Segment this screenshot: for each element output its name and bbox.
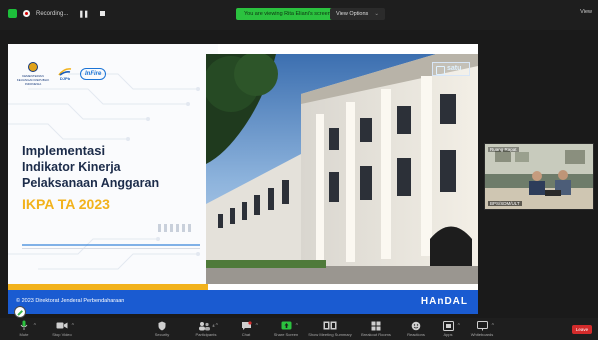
infire-logo: InFire xyxy=(80,68,107,80)
whiteboards-button[interactable]: Whiteboards ^ xyxy=(462,320,502,337)
title-line-1: Implementasi xyxy=(22,143,106,158)
apps-label: Apps xyxy=(443,332,453,337)
caret-up-icon[interactable]: ^ xyxy=(492,323,494,329)
video-camera-icon xyxy=(56,320,68,331)
title-line-3: Pelaksanaan Anggaran xyxy=(22,176,160,190)
slide-title: Implementasi Indikator Kinerja Pelaksana… xyxy=(22,142,159,215)
stop-video-label: Stop Video xyxy=(52,332,72,337)
participants-label: Participants xyxy=(195,332,217,337)
leave-button[interactable]: Leave xyxy=(572,325,592,334)
djpb-mark-icon xyxy=(58,68,72,76)
top-bar: Recording... ❚❚ You are viewing Rita Eli… xyxy=(0,0,598,30)
viewing-screen-banner: You are viewing Rita Eliani's screen xyxy=(236,8,339,20)
view-options-label: View Options xyxy=(336,11,369,17)
share-screen-icon xyxy=(281,320,292,331)
view-options-button[interactable]: View Options ⌄ xyxy=(330,8,385,20)
copyright-text: © 2023 Direktorat Jenderal Perbendaharaa… xyxy=(16,298,125,304)
pause-recording-icon[interactable]: ❚❚ xyxy=(78,10,89,18)
security-button[interactable]: Security xyxy=(142,320,182,337)
annotate-pen-button[interactable] xyxy=(14,306,26,318)
reactions-smiley-icon xyxy=(411,320,421,331)
view-label: View xyxy=(580,9,592,15)
caret-up-icon[interactable]: ^ xyxy=(216,323,218,329)
caret-up-icon[interactable]: ^ xyxy=(296,323,298,329)
kemenkeu-emblem-icon xyxy=(28,62,38,72)
record-icon xyxy=(23,10,30,17)
mute-label: Mute xyxy=(19,332,29,337)
breakout-rooms-label: Breakout Rooms xyxy=(361,332,391,337)
security-label: Security xyxy=(154,332,170,337)
meeting-summary-icon xyxy=(323,320,337,331)
participants-count: 4 xyxy=(212,323,215,328)
security-shield-icon xyxy=(158,320,166,331)
caret-up-icon[interactable]: ^ xyxy=(256,323,258,329)
apps-icon xyxy=(442,320,454,331)
share-screen-button[interactable]: Share Screen ^ xyxy=(266,320,306,337)
meeting-summary-button[interactable]: Show Meeting Summary xyxy=(308,320,352,337)
whiteboards-label: Whiteboards xyxy=(470,332,494,337)
whiteboard-icon xyxy=(476,320,488,331)
chevron-down-icon: ⌄ xyxy=(374,11,379,17)
participants-button[interactable]: 4 Participants ^ xyxy=(186,320,226,337)
video-participant-name: BPS/SDM/ULT xyxy=(488,201,522,206)
caret-up-icon[interactable]: ^ xyxy=(72,323,74,329)
chat-label: Chat xyxy=(241,332,251,337)
microphone-icon xyxy=(20,320,28,331)
stop-recording-icon[interactable] xyxy=(100,11,106,16)
stop-video-button[interactable]: Stop Video ^ xyxy=(42,320,82,337)
security-shield-icon[interactable] xyxy=(8,9,17,18)
kemenkeu-logo-text: KEMENTERIAN KEUANGAN REPUBLIK INDONESIA xyxy=(16,74,50,86)
chat-bubble-icon xyxy=(241,320,252,331)
kemenkeu-logo: KEMENTERIAN KEUANGAN REPUBLIK INDONESIA xyxy=(16,62,50,86)
title-line-4: IKPA TA 2023 xyxy=(22,196,110,212)
handal-brand: HAnDAL xyxy=(420,296,468,307)
breakout-rooms-icon xyxy=(371,320,381,331)
video-room-label: Ruang Rapat xyxy=(488,147,519,152)
participants-icon: 4 xyxy=(197,320,215,331)
recording-label: Recording... xyxy=(36,10,69,17)
reactions-label: Reactions xyxy=(407,332,425,337)
chat-button[interactable]: Chat ^ xyxy=(226,320,266,337)
logo-row: KEMENTERIAN KEUANGAN REPUBLIK INDONESIA … xyxy=(16,62,107,86)
caret-up-icon[interactable]: ^ xyxy=(34,323,36,329)
breakout-rooms-button[interactable]: Breakout Rooms xyxy=(356,320,396,337)
view-button[interactable]: View xyxy=(580,9,592,15)
djpb-logo-text: DJPb xyxy=(59,76,71,81)
caret-up-icon[interactable]: ^ xyxy=(458,323,460,329)
mute-button[interactable]: Mute ^ xyxy=(4,320,44,337)
meeting-toolbar: Mute ^ Stop Video ^ Security 4 Participa… xyxy=(0,318,598,340)
meeting-summary-label: Show Meeting Summary xyxy=(308,332,352,337)
recording-indicator: Recording... ❚❚ xyxy=(8,9,106,18)
title-divider xyxy=(22,244,200,246)
title-divider-thin xyxy=(22,248,200,249)
satu-logo: satu xyxy=(432,62,470,76)
slide-left-panel: KEMENTERIAN KEUANGAN REPUBLIK INDONESIA … xyxy=(8,44,218,284)
building-photo: satu xyxy=(206,54,478,284)
share-screen-label: Share Screen xyxy=(273,332,299,337)
participant-video-tile[interactable]: Ruang Rapat BPS/SDM/ULT xyxy=(484,143,594,210)
title-line-2: Indikator Kinerja xyxy=(22,160,121,174)
shared-screen-slide: KEMENTERIAN KEUANGAN REPUBLIK INDONESIA … xyxy=(8,44,478,314)
building-photo-illustration xyxy=(206,54,478,284)
slide-footer: © 2023 Direktorat Jenderal Perbendaharaa… xyxy=(8,290,478,314)
djpb-logo: DJPb xyxy=(58,67,72,81)
zoom-meeting-window: Recording... ❚❚ You are viewing Rita Eli… xyxy=(0,0,598,340)
